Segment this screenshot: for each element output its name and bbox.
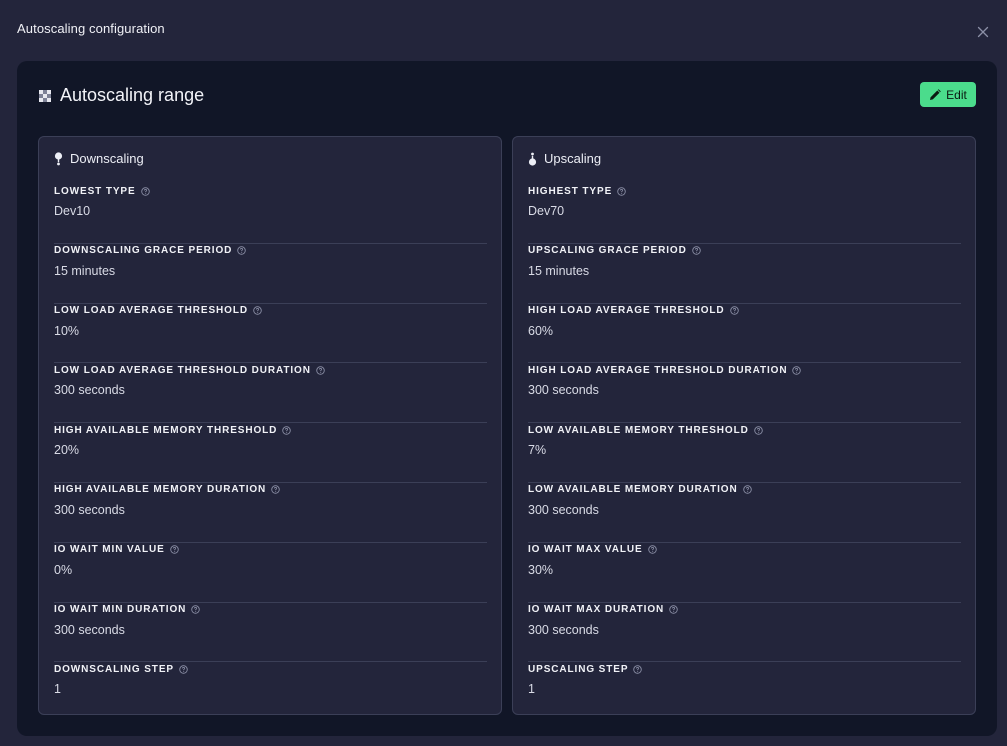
setting-row: High available memory duration 300 second… [54,483,487,543]
help-icon[interactable] [753,425,763,435]
setting-value: Dev10 [54,204,91,218]
setting-row: High load average threshold duration 300 … [528,363,961,424]
setting-value: 15 minutes [528,263,590,278]
help-icon[interactable] [617,186,626,196]
setting-label: Upscaling grace period [528,245,687,257]
downscaling-icon [54,151,63,165]
setting-row: IO wait min duration 300 seconds [54,603,487,663]
setting-label: IO wait min duration [54,604,187,616]
help-icon[interactable] [792,366,802,375]
help-icon[interactable] [253,306,262,315]
downscaling-card: Downscaling Lowest type Dev10 Downscaling… [38,136,502,715]
autoscaling-range-icon [39,89,51,102]
setting-value: 300 seconds [54,622,125,637]
setting-value: 10% [54,323,80,338]
setting-value: 300 seconds [54,383,125,398]
help-icon[interactable] [647,545,657,555]
help-icon[interactable] [691,246,701,256]
setting-label: High load average threshold [528,305,725,317]
setting-row: Low load average threshold 10% [54,304,487,364]
help-icon[interactable] [271,485,280,495]
setting-row: Lowest type Dev10 [54,184,487,244]
close-button[interactable] [977,26,989,38]
downscaling-title: Downscaling [70,151,144,166]
help-icon[interactable] [742,485,752,495]
upscaling-rows: Highest type Dev70 Upscaling grace period… [528,184,961,722]
setting-label: IO wait min value [54,544,165,556]
setting-row: Upscaling step 1 [528,662,961,722]
upscaling-title: Upscaling [544,151,602,166]
setting-value: 30% [528,562,554,577]
help-icon[interactable] [316,366,325,375]
setting-label: Downscaling grace period [54,245,233,257]
help-icon[interactable] [633,665,643,674]
setting-label: IO wait max value [528,544,643,556]
setting-value: 20% [54,443,80,458]
setting-value: 300 seconds [528,622,599,637]
close-icon [977,26,989,38]
setting-row: Low available memory threshold 7% [528,423,961,483]
help-icon[interactable] [169,545,179,555]
setting-label: IO wait max duration [528,604,665,616]
panel-title: Autoscaling range [60,85,205,105]
setting-row: Downscaling step 1 [54,662,487,722]
setting-row: Downscaling grace period 15 minutes [54,244,487,304]
upscaling-header: Upscaling [528,151,601,166]
help-icon[interactable] [179,665,188,674]
setting-value: 15 minutes [54,263,116,278]
help-icon[interactable] [191,605,200,614]
edit-button[interactable]: Edit [920,82,976,107]
help-icon[interactable] [669,605,678,614]
setting-value: Dev70 [528,204,565,218]
setting-value: 0% [54,562,73,577]
setting-row: Highest type Dev70 [528,184,961,244]
setting-label: Downscaling step [54,663,174,675]
setting-value: 7% [528,443,547,458]
setting-row: High load average threshold 60% [528,304,961,364]
setting-row: Low available memory duration 300 seconds [528,483,961,543]
help-icon[interactable] [140,186,150,196]
setting-row: High available memory threshold 20% [54,423,487,483]
setting-label: Low available memory threshold [528,424,749,436]
setting-row: Low load average threshold duration 300 s… [54,363,487,424]
setting-row: IO wait min value 0% [54,543,487,603]
setting-row: IO wait max duration 300 seconds [528,603,961,663]
pencil-icon [930,88,941,100]
downscaling-rows: Lowest type Dev10 Downscaling grace perio… [54,184,487,722]
downscaling-header: Downscaling [54,151,144,166]
setting-row: Upscaling grace period 15 minutes [528,244,961,304]
edit-button-label: Edit [946,87,967,102]
autoscaling-range-panel: Autoscaling range Edit Downscaling Lowes… [17,61,997,736]
setting-label: High available memory duration [54,484,267,496]
setting-value: 300 seconds [528,502,599,517]
upscaling-icon [528,152,537,166]
setting-label: Low load average threshold [54,305,248,317]
setting-label: Low available memory duration [528,484,738,496]
setting-label: Highest type [528,185,613,197]
help-icon[interactable] [729,306,739,315]
setting-label: Upscaling step [528,663,629,675]
help-icon[interactable] [282,425,292,435]
setting-label: Low load average threshold duration [54,364,311,376]
setting-label: High available memory threshold [54,424,278,436]
setting-label: High load average threshold duration [528,364,788,376]
setting-value: 1 [54,682,61,697]
setting-value: 300 seconds [54,502,125,517]
upscaling-card: Upscaling Highest type Dev70 Upscaling gr… [512,136,976,715]
setting-label: Lowest type [54,185,136,197]
panel-header: Autoscaling range [39,85,204,106]
modal-title: Autoscaling configuration [17,21,165,36]
setting-value: 60% [528,323,554,338]
setting-value: 300 seconds [528,383,599,398]
help-icon[interactable] [237,246,247,256]
setting-value: 1 [528,682,535,697]
setting-row: IO wait max value 30% [528,543,961,603]
